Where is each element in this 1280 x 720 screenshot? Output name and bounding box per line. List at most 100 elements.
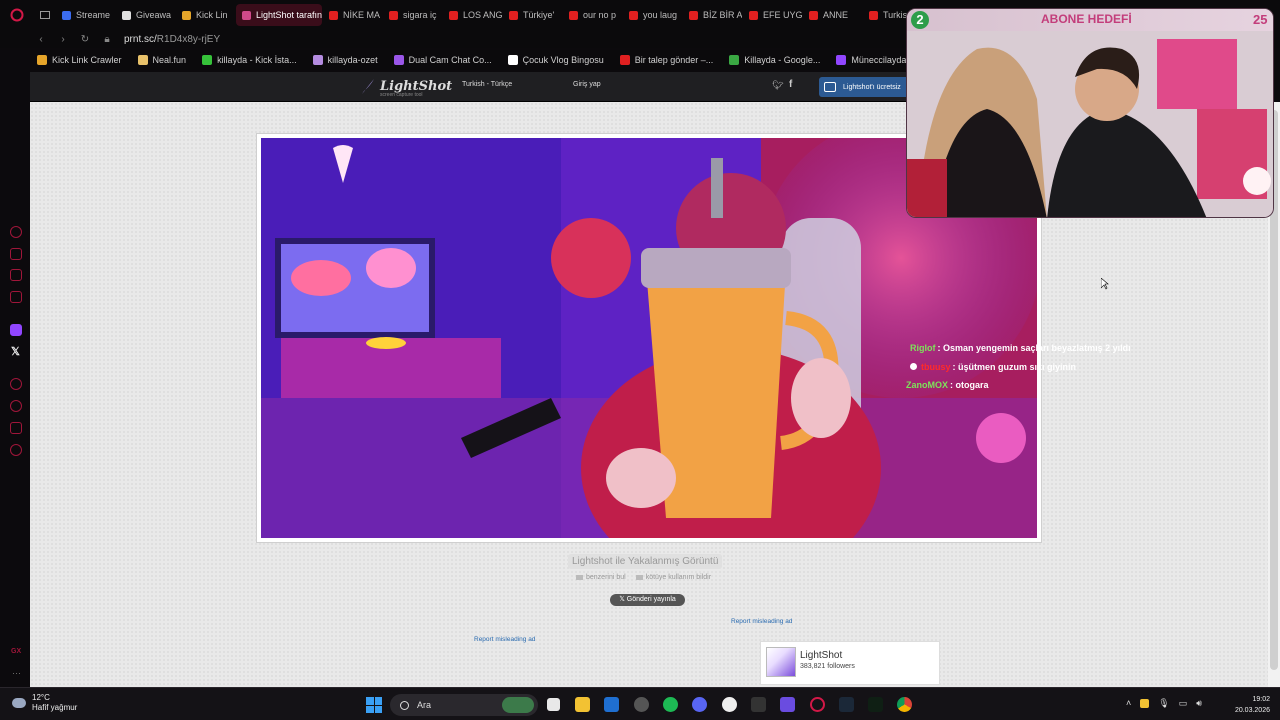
obs-icon[interactable] [634,697,649,712]
browser-tab[interactable]: you laug [623,4,682,26]
find-similar-link[interactable]: benzerini bul [576,574,626,581]
tab-label: Turkis [883,10,908,20]
forward-icon[interactable]: › [52,34,74,45]
twitch-icon[interactable] [10,324,22,336]
bookmark-label: Killayda - Google... [744,55,821,65]
browser-tab[interactable]: our no p [563,4,622,26]
tab-label: LightShot tarafın [256,10,322,20]
settings-gear-icon[interactable] [10,444,22,456]
terminal-icon[interactable] [868,697,883,712]
tab-favicon-icon [629,10,638,20]
weather-widget[interactable]: 12°C Hafif yağmur [12,693,77,713]
taskbar-search[interactable]: Ara [390,694,538,716]
task-view-icon[interactable] [547,698,560,711]
bookmark-item[interactable]: killayda - Kick İsta... [195,55,304,65]
report-abuse-link[interactable]: kötüye kullanım bildir [635,574,711,581]
browser-tab[interactable]: ANNE [803,4,862,26]
bookmark-favicon-icon [729,55,740,65]
facebook-icon[interactable]: f [789,79,792,90]
spotify-icon[interactable] [663,697,678,712]
site-info-icon[interactable]: 🔒︎ [96,34,118,45]
chevron-up-icon[interactable]: ˄ [1126,698,1131,709]
x-twitter-icon[interactable]: 𝕏 [11,345,20,358]
extensions-icon[interactable] [10,422,22,434]
webcam-overlay: 2 ABONE HEDEFİ 25 [906,8,1274,218]
download-free-button[interactable]: Lightshot'ı ücretsiz [819,77,910,97]
browser-tab[interactable]: NİKE MA [323,4,382,26]
tab-favicon-icon [569,10,578,20]
tab-label: Türkiye' [523,10,555,20]
app-icon[interactable] [751,697,766,712]
opera-gx-logo-icon[interactable] [0,0,34,30]
messenger-icon[interactable] [10,291,22,303]
opera-gx-taskbar-icon[interactable] [810,697,825,712]
browser-tab[interactable]: Türkiye' [503,4,562,26]
grid-app-icon[interactable] [780,697,795,712]
bookmark-item[interactable]: Neal.fun [131,55,194,65]
more-icon[interactable]: ··· [12,668,21,678]
chat-line: tbuusy: üşütmen guzum sıkı giyinin [910,362,1076,372]
weather-condition: Hafif yağmur [32,703,78,712]
webcam-scene [907,9,1273,217]
cloud-rain-icon [12,698,26,708]
history-icon[interactable] [10,400,22,412]
browser-tab[interactable]: LightShot tarafın [236,4,322,26]
bookmark-item[interactable]: Dual Cam Chat Co... [387,55,499,65]
browser-tab[interactable]: Giveawa [116,4,175,26]
tray-app-icon[interactable] [1140,699,1150,708]
file-explorer-icon[interactable] [575,697,590,712]
taskbar-clock[interactable]: 19:02 20.03.2026 [1230,694,1270,716]
browser-tab[interactable]: EFE UYG [743,4,802,26]
feather-logo-icon [362,79,374,94]
gx-control-icon[interactable] [10,226,22,238]
tab-label: Giveawa [136,10,172,20]
address-bar[interactable]: prnt.sc/R1D4x8y-rjEY [124,34,220,45]
twitter-icon[interactable]: 🐦︎ [772,80,783,91]
windows-start-icon[interactable] [366,697,382,713]
bookmark-item[interactable]: Bir talep gönder –... [613,55,721,65]
login-link[interactable]: Giriş yap [573,81,601,88]
browser-tab[interactable]: LOS ANG [443,4,502,26]
bookmark-item[interactable]: Çocuk Vlog Bingosu [501,55,611,65]
tab-favicon-icon [509,10,518,20]
chat-user: Riglof [910,343,936,353]
discord-icon[interactable] [692,697,707,712]
player-icon[interactable] [10,378,22,390]
chrome-icon[interactable] [897,697,912,712]
report-ad-link[interactable]: Report misleading ad [731,618,792,625]
tab-manager-icon[interactable] [34,4,56,26]
volume-icon[interactable]: 🔊︎ [1196,698,1202,709]
settings-icon[interactable] [722,697,737,712]
tab-label: LOS ANG [463,10,502,20]
bookmark-item[interactable]: killayda-ozet [306,55,385,65]
lightshot-follow-card[interactable]: LightShot 383,821 followers [760,641,940,685]
reload-icon[interactable]: ↻ [74,34,96,45]
tab-favicon-icon [242,10,251,20]
tab-label: our no p [583,10,617,20]
tab-favicon-icon [182,10,191,20]
outlook-icon[interactable] [604,697,619,712]
browser-tab[interactable]: Streame [56,4,115,26]
bookmark-item[interactable]: Killayda - Google... [722,55,827,65]
bookmark-favicon-icon [137,55,148,65]
tab-label: Kick Lin [196,10,228,20]
language-selector[interactable]: Turkish - Türkçe [462,81,512,88]
chat-user: tbuusy [921,362,951,372]
gx-corner-icon[interactable] [10,269,22,281]
bookmark-item[interactable]: Kick Link Crawler [30,55,129,65]
goal-current: 2 [911,11,929,29]
gx-store-icon[interactable] [10,248,22,260]
display-icon[interactable]: ▭ [1179,698,1188,709]
browser-tab[interactable]: Kick Lin [176,4,235,26]
microphone-icon[interactable]: 🎙︎ [1158,698,1169,709]
lightshot-logo[interactable]: LightShot screen capture tool [360,77,452,98]
report-ad-link[interactable]: Report misleading ad [474,636,535,643]
chat-message: : otogara [950,380,989,390]
browser-tab[interactable]: sigara iç [383,4,442,26]
back-icon[interactable]: ‹ [30,34,52,45]
tab-favicon-icon [62,10,71,20]
steam-icon[interactable] [839,697,854,712]
post-on-x-button[interactable]: 𝕏 Gönderi yayınla [610,594,685,606]
browser-tab[interactable]: BİZ BİR A [683,4,742,26]
download-free-label: Lightshot'ı ücretsiz [843,83,901,91]
